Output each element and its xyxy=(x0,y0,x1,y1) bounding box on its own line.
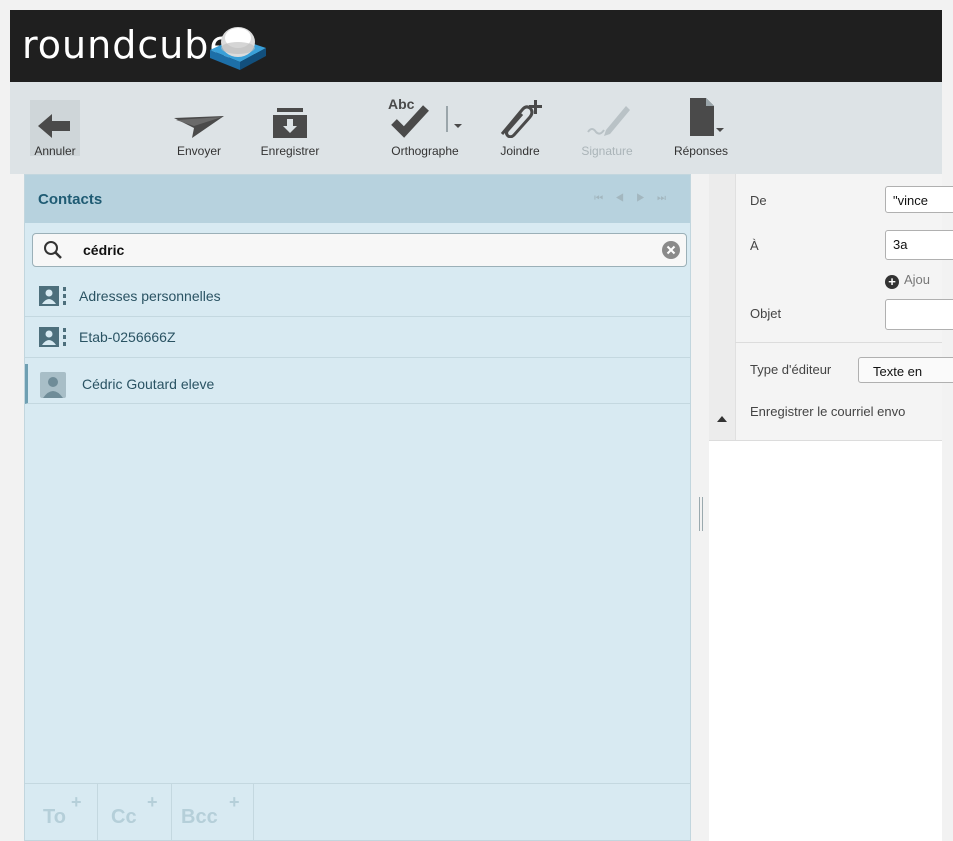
add-bcc-button[interactable]: Bcc + xyxy=(171,784,254,840)
enregistrer-label: Enregistrer xyxy=(260,144,320,158)
save-sent-label: Enregistrer le courriel envo xyxy=(750,404,906,419)
top-bar: roundcube xyxy=(10,10,942,82)
plus-icon: + xyxy=(147,792,158,812)
paperclip-icon xyxy=(500,100,542,138)
add-circle-icon: + xyxy=(885,275,899,289)
panel-splitter[interactable] xyxy=(699,497,705,531)
collapse-headers-icon[interactable] xyxy=(717,416,727,422)
joindre-button[interactable]: Joindre xyxy=(492,96,548,158)
compose-toolbar: Annuler Envoyer Enregistrer Abc Orthogra… xyxy=(10,82,942,174)
contacts-pager: ⏮◀▶⏭ xyxy=(594,193,678,204)
roundcube-logo-icon xyxy=(210,27,266,70)
envoyer-button[interactable]: Envoyer xyxy=(168,96,230,158)
subject-input[interactable] xyxy=(885,299,953,330)
add-header-link[interactable]: + Ajou xyxy=(885,272,930,289)
svg-text:Abc: Abc xyxy=(388,96,415,112)
contacts-header: Contacts ⏮◀▶⏭ xyxy=(25,175,690,223)
responses-document-icon xyxy=(690,98,724,136)
plus-icon: + xyxy=(71,792,82,812)
next-page-icon[interactable]: ▶ xyxy=(636,193,657,204)
to-input[interactable]: 3a xyxy=(885,230,953,260)
signature-label: Signature xyxy=(581,144,633,158)
contacts-search-input[interactable]: cédric xyxy=(32,233,687,267)
addressbook-label: Etab-0256666Z xyxy=(79,329,176,345)
signature-pen-icon xyxy=(587,106,630,136)
headers-toggle-column xyxy=(709,174,736,440)
contact-icon xyxy=(40,372,66,398)
clear-search-icon[interactable] xyxy=(662,241,680,259)
last-page-icon[interactable]: ⏭ xyxy=(657,193,678,204)
editor-type-label: Type d'éditeur xyxy=(750,362,832,377)
first-page-icon[interactable]: ⏮ xyxy=(594,193,615,204)
addressbook-item[interactable]: Adresses personnelles xyxy=(25,276,690,317)
search-icon xyxy=(44,241,62,259)
send-plane-icon xyxy=(174,116,224,138)
addressbook-icon xyxy=(39,286,66,306)
reponses-label: Réponses xyxy=(673,144,729,158)
app-logo-text: roundcube xyxy=(22,23,234,67)
addressbook-icon xyxy=(39,327,66,347)
compose-area: De "vince À 3a + Ajou Objet Type d'éditeu… xyxy=(709,174,953,841)
add-cc-button[interactable]: Cc + xyxy=(97,784,172,840)
from-label: De xyxy=(750,193,767,208)
annuler-button[interactable]: Annuler xyxy=(26,96,84,158)
orthographe-label: Orthographe xyxy=(391,144,459,158)
editor-type-select[interactable]: Texte en xyxy=(858,357,953,383)
header-separator xyxy=(735,342,942,343)
envoyer-label: Envoyer xyxy=(176,144,222,158)
orthographe-button[interactable]: Abc Orthographe xyxy=(382,96,468,158)
enregistrer-button[interactable]: Enregistrer xyxy=(252,96,328,158)
save-drawer-icon xyxy=(273,108,307,138)
compose-headers: De "vince À 3a + Ajou Objet Type d'éditeu… xyxy=(709,174,953,441)
addressbook-label: Adresses personnelles xyxy=(79,288,221,304)
prev-page-icon[interactable]: ◀ xyxy=(615,193,636,204)
annuler-label: Annuler xyxy=(34,144,76,158)
from-select[interactable]: "vince xyxy=(885,186,953,213)
back-arrow-icon xyxy=(38,114,70,138)
signature-button[interactable]: Signature xyxy=(574,96,640,158)
spellcheck-icon: Abc xyxy=(388,96,462,138)
reponses-button[interactable]: Réponses xyxy=(664,96,738,158)
subject-label: Objet xyxy=(750,306,782,321)
contact-label: Cédric Goutard eleve xyxy=(82,376,215,392)
contact-item[interactable]: Cédric Goutard eleve xyxy=(25,364,690,404)
message-body[interactable] xyxy=(709,441,942,841)
plus-icon: + xyxy=(229,792,240,812)
joindre-label: Joindre xyxy=(500,144,540,158)
contacts-title: Contacts xyxy=(38,191,103,208)
contacts-footer: To + Cc + Bcc + xyxy=(25,783,690,840)
to-label: À xyxy=(750,238,759,253)
search-value: cédric xyxy=(83,242,125,258)
add-to-button[interactable]: To + xyxy=(25,784,98,840)
contacts-panel: Contacts ⏮◀▶⏭ cédric Adresses personnell… xyxy=(24,174,691,841)
addressbook-item[interactable]: Etab-0256666Z xyxy=(25,317,690,358)
